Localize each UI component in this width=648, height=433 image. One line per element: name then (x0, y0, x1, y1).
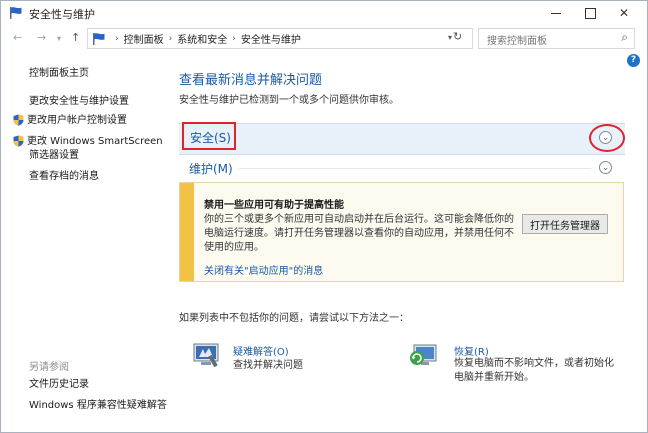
shield-icon (13, 135, 24, 147)
file-history-link[interactable]: 文件历史记录 (29, 378, 89, 391)
message-title: 禁用一些应用可有助于提高性能 (204, 200, 344, 211)
smartscreen-label: 更改 Windows SmartScreen (27, 136, 163, 147)
search-box[interactable]: ⌕ (478, 28, 635, 49)
window-title: 安全性与维护 (29, 8, 95, 21)
search-icon[interactable]: ⌕ (621, 30, 628, 45)
control-panel-window: 安全性与维护 ✕ ← → ▾ ↑ › 控制面板 › 系统和安全 › 安全性与维护… (0, 0, 648, 433)
address-bar: ← → ▾ ↑ › 控制面板 › 系统和安全 › 安全性与维护 ▾ ↻ ⌕ (1, 25, 647, 51)
security-section-header[interactable] (179, 123, 625, 155)
breadcrumb-separator: › (168, 33, 173, 44)
divider (239, 168, 591, 169)
recovery-description: 恢复电脑而不影响文件，或者初始化电脑并重新开始。 (454, 358, 614, 383)
view-archived-messages-link[interactable]: 查看存档的消息 (29, 170, 99, 183)
chevron-down-icon[interactable]: ▾ (448, 33, 452, 42)
see-also-heading: 另请参阅 (29, 362, 69, 373)
troubleshoot-link[interactable]: 疑难解答(O) (233, 343, 289, 358)
minimize-icon (551, 12, 561, 14)
uac-label: 更改用户帐户控制设置 (27, 115, 127, 126)
maintenance-section-label[interactable]: 维护(M) (189, 160, 233, 177)
maximize-button[interactable] (573, 1, 607, 25)
breadcrumb-security-maintenance[interactable]: 安全性与维护 (241, 31, 301, 46)
try-alternatives-text: 如果列表中不包括你的问题，请尝试以下方法之一： (179, 313, 409, 324)
flag-icon (93, 32, 105, 45)
maximize-icon (584, 7, 596, 19)
chevron-down-icon[interactable]: ⌄ (599, 161, 612, 174)
forward-arrow-icon[interactable]: → (37, 31, 46, 44)
breadcrumb-separator: › (115, 33, 119, 44)
recovery-link[interactable]: 恢复(R) (454, 343, 489, 358)
page-subtitle: 安全性与维护已检测到一个或多个问题供你审核。 (179, 95, 399, 106)
change-smartscreen-link[interactable]: 更改 Windows SmartScreen (13, 135, 163, 148)
chevron-down-icon[interactable]: ▾ (57, 34, 61, 43)
back-arrow-icon[interactable]: ← (13, 31, 22, 44)
smartscreen-label-line2[interactable]: 筛选器设置 (29, 149, 79, 162)
change-security-settings-link[interactable]: 更改安全性与维护设置 (29, 95, 129, 108)
open-task-manager-button[interactable]: 打开任务管理器 (522, 214, 608, 234)
help-icon[interactable]: ? (627, 54, 640, 67)
control-panel-home-link[interactable]: 控制面板主页 (29, 67, 89, 80)
change-uac-settings-link[interactable]: 更改用户帐户控制设置 (13, 114, 127, 127)
search-input[interactable] (485, 35, 609, 48)
security-section-label[interactable]: 安全(S) (182, 122, 236, 150)
breadcrumb-control-panel[interactable]: 控制面板 (124, 31, 164, 46)
close-icon: ✕ (618, 6, 630, 20)
warning-stripe (180, 183, 194, 281)
breadcrumb-system-security[interactable]: 系统和安全 (177, 31, 227, 46)
flag-icon (10, 7, 22, 19)
chevron-down-icon[interactable]: ⌄ (599, 131, 612, 144)
title-bar: 安全性与维护 ✕ (1, 1, 647, 25)
up-arrow-icon[interactable]: ↑ (71, 31, 80, 44)
program-compatibility-link[interactable]: Windows 程序兼容性疑难解答 (29, 399, 167, 412)
refresh-icon[interactable]: ↻ (453, 30, 462, 43)
turn-off-messages-link[interactable]: 关闭有关"启动应用"的消息 (204, 262, 323, 277)
message-body: 你的三个或更多个新应用可自动启动并在后台运行。这可能会降低你的电脑运行速度。请打… (204, 214, 514, 253)
breadcrumb[interactable]: › 控制面板 › 系统和安全 › 安全性与维护 ▾ (87, 28, 473, 49)
troubleshoot-icon[interactable] (191, 339, 221, 369)
close-button[interactable]: ✕ (607, 1, 641, 25)
breadcrumb-separator: › (232, 33, 236, 44)
recovery-icon[interactable] (408, 339, 438, 369)
page-title: 查看最新消息并解决问题 (179, 73, 323, 88)
troubleshoot-description: 查找并解决问题 (233, 360, 303, 371)
minimize-button[interactable] (539, 1, 573, 25)
shield-icon (13, 114, 24, 126)
